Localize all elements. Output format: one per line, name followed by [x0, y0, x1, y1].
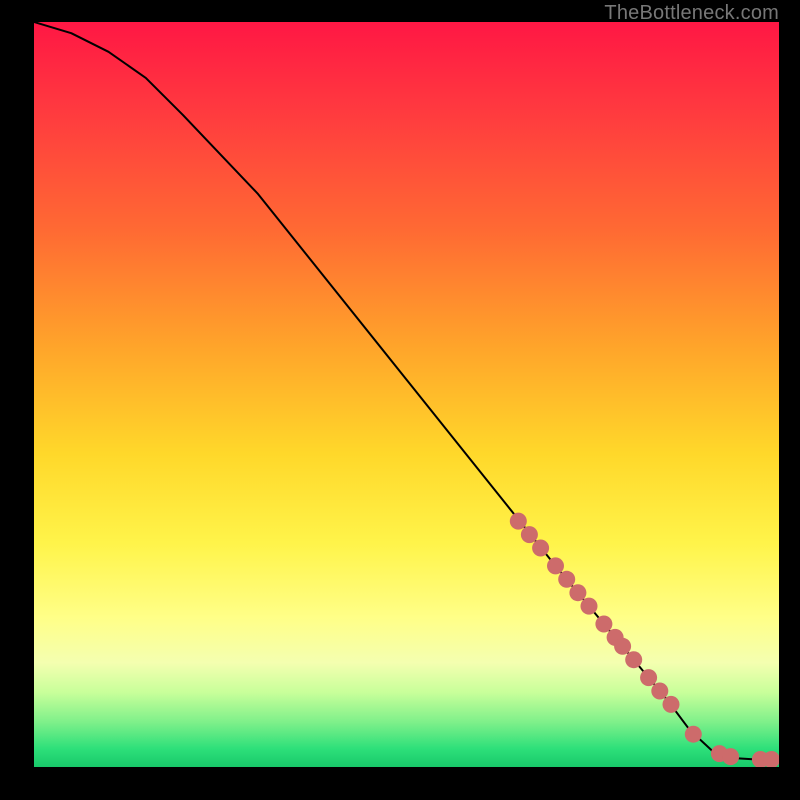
data-marker	[547, 557, 564, 574]
data-marker	[532, 540, 549, 557]
data-marker	[663, 696, 680, 713]
data-markers	[510, 513, 779, 767]
chart-stage: TheBottleneck.com	[0, 0, 800, 800]
data-marker	[581, 598, 598, 615]
data-marker	[625, 651, 642, 668]
data-marker	[685, 726, 702, 743]
data-marker	[558, 571, 575, 588]
data-marker	[595, 616, 612, 633]
bottleneck-curve	[34, 22, 779, 760]
data-marker	[651, 683, 668, 700]
watermark-label: TheBottleneck.com	[604, 2, 779, 25]
plot-area	[34, 22, 779, 767]
data-marker	[722, 748, 739, 765]
data-marker	[521, 526, 538, 543]
data-marker	[614, 638, 631, 655]
data-marker	[569, 584, 586, 601]
chart-overlay	[34, 22, 779, 767]
data-marker	[510, 513, 527, 530]
data-marker	[640, 669, 657, 686]
